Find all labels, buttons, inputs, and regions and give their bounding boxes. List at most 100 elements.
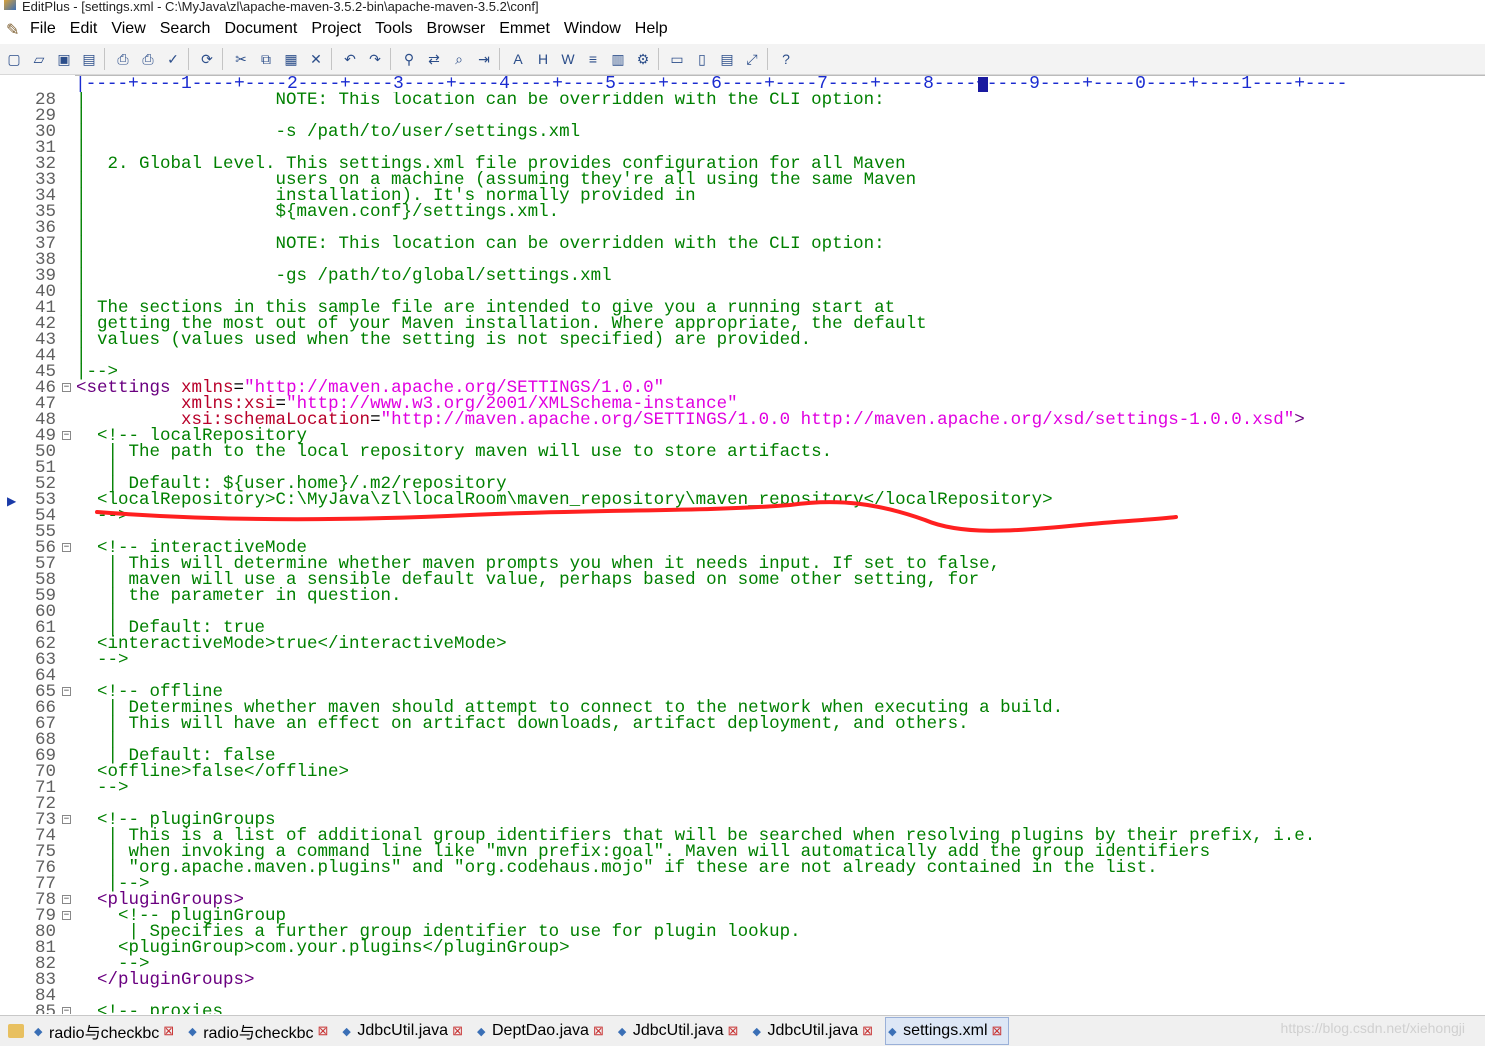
file-icon: ◆ — [617, 1025, 627, 1038]
document-tab[interactable]: ◆ DeptDao.java ⊠ — [475, 1018, 610, 1044]
close-icon[interactable]: ⊠ — [728, 1023, 739, 1039]
menu-view[interactable]: View — [111, 20, 145, 38]
indent-button[interactable]: ⇥ — [473, 48, 495, 70]
print-button[interactable]: ⎙ — [137, 48, 159, 70]
cliptext-icon: ▭ — [670, 50, 684, 67]
file-icon: ◆ — [188, 1025, 197, 1038]
cut-button[interactable]: ✂ — [230, 48, 252, 70]
redo-button[interactable]: ↷ — [364, 48, 386, 70]
code-editor[interactable]: 28 | NOTE: This location can be overridde… — [0, 92, 1485, 1014]
new-button[interactable]: ▢ — [3, 48, 25, 70]
close-icon[interactable]: ⊠ — [317, 1023, 328, 1039]
settings-icon: ⚙ — [636, 50, 650, 67]
column-select-button[interactable]: ▥ — [607, 48, 629, 70]
fold-toggle-icon[interactable]: − — [62, 687, 71, 696]
copy-button[interactable]: ⧉ — [255, 48, 277, 70]
fold-toggle-icon[interactable]: − — [62, 431, 71, 440]
font-button[interactable]: A — [507, 48, 529, 70]
undo-button[interactable]: ↶ — [339, 48, 361, 70]
close-icon[interactable]: ⊠ — [163, 1023, 174, 1039]
code-text: | This will have an effect on artifact d… — [76, 715, 969, 733]
save-all-button[interactable]: ▤ — [78, 48, 100, 70]
save-button[interactable]: ▣ — [53, 48, 75, 70]
line-numbers-button[interactable]: ≡ — [582, 48, 604, 70]
code-line[interactable]: 59 | the parameter in question. — [0, 586, 1485, 606]
menu-file[interactable]: File — [30, 20, 56, 38]
code-line[interactable]: 35 | ${maven.conf}/settings.xml. — [0, 203, 1485, 221]
fold-toggle-icon[interactable]: − — [62, 383, 71, 392]
menu-emmet[interactable]: Emmet — [499, 20, 550, 38]
undo-icon: ↶ — [344, 50, 356, 67]
refresh-button[interactable]: ⟳ — [196, 48, 218, 70]
code-line[interactable]: 67 | This will have an effect on artifac… — [0, 715, 1485, 733]
hex-button[interactable]: H — [532, 48, 554, 70]
fullscreen-button[interactable]: ⤢ — [741, 48, 763, 70]
document-tab[interactable]: ◆ JdbcUtil.java ⊠ — [616, 1018, 745, 1044]
code-text: --> — [76, 651, 129, 669]
menu-document[interactable]: Document — [224, 20, 297, 38]
code-line[interactable]: 43 | values (values used when the setting… — [0, 331, 1485, 349]
spell-check-button[interactable]: ✓ — [162, 48, 184, 70]
menu-tools[interactable]: Tools — [375, 20, 412, 38]
delete-button[interactable]: ✕ — [305, 48, 327, 70]
fold-toggle-icon[interactable]: − — [62, 895, 71, 904]
document-tab[interactable]: ◆ settings.xml ⊠ — [885, 1017, 1010, 1045]
print-preview-button[interactable]: ⎙ — [112, 48, 134, 70]
document-tab[interactable]: ◆ radio与checkbc ⊠ — [32, 1018, 180, 1044]
fold-toggle-icon[interactable]: − — [62, 1007, 71, 1014]
open-button[interactable]: ▱ — [28, 48, 50, 70]
document-tab[interactable]: ◆ JdbcUtil.java ⊠ — [340, 1018, 469, 1044]
code-text: <pluginGroup>com.your.plugins</pluginGro… — [76, 939, 570, 957]
code-line[interactable]: 53 ▶ <localRepository>C:\MyJava\zl\localR… — [0, 491, 1485, 509]
code-line[interactable]: 54 --> — [0, 507, 1485, 525]
settings-button[interactable]: ⚙ — [632, 48, 654, 70]
menu-help[interactable]: Help — [635, 20, 668, 38]
menu-window[interactable]: Window — [564, 20, 621, 38]
code-line[interactable]: 39 | -gs /path/to/global/settings.xml — [0, 267, 1485, 285]
cliptext-button[interactable]: ▭ — [666, 48, 688, 70]
code-line[interactable]: 30 | -s /path/to/user/settings.xml — [0, 123, 1485, 141]
code-line[interactable]: 70 <offline>false</offline> — [0, 763, 1485, 781]
folder-icon[interactable] — [8, 1024, 24, 1038]
close-icon[interactable]: ⊠ — [862, 1023, 873, 1039]
code-line[interactable]: 50 | The path to the local repository ma… — [0, 443, 1485, 461]
watermark: https://blog.csdn.net/xiehongji — [1280, 1020, 1465, 1036]
replace-button[interactable]: ⇄ — [423, 48, 445, 70]
code-line[interactable]: 63 --> — [0, 651, 1485, 669]
paste-icon: ▦ — [284, 50, 298, 67]
code-line[interactable]: 81 <pluginGroup>com.your.plugins</plugin… — [0, 939, 1485, 957]
document-tab[interactable]: ◆ JdbcUtil.java ⊠ — [750, 1018, 879, 1044]
find-in-files-button[interactable]: ⌕ — [448, 48, 470, 70]
find-button[interactable]: ⚲ — [398, 48, 420, 70]
code-token: = — [370, 410, 381, 430]
directory-button[interactable]: ▯ — [691, 48, 713, 70]
menu-bar: ✎ File Edit View Search Document Project… — [0, 17, 1485, 41]
close-icon[interactable]: ⊠ — [992, 1023, 1003, 1039]
fold-toggle-icon[interactable]: − — [62, 543, 71, 552]
code-line[interactable]: 71 --> — [0, 779, 1485, 797]
code-line[interactable]: 28 | NOTE: This location can be overridde… — [0, 92, 1485, 109]
code-line[interactable]: 62 <interactiveMode>true</interactiveMod… — [0, 635, 1485, 653]
fold-toggle-icon[interactable]: − — [62, 815, 71, 824]
menu-browser[interactable]: Browser — [427, 20, 486, 38]
menu-project[interactable]: Project — [311, 20, 361, 38]
menu-edit[interactable]: Edit — [70, 20, 98, 38]
paste-button[interactable]: ▦ — [280, 48, 302, 70]
code-line[interactable]: 37 | NOTE: This location can be overridde… — [0, 234, 1485, 254]
close-icon[interactable]: ⊠ — [452, 1023, 463, 1039]
code-token: | NOTE: This location can be overridden … — [76, 234, 885, 254]
close-icon[interactable]: ⊠ — [593, 1023, 604, 1039]
code-line[interactable]: 76 | "org.apache.maven.plugins" and "org… — [0, 859, 1485, 877]
menu-search[interactable]: Search — [160, 20, 211, 38]
code-token: | the parameter in question. — [76, 586, 402, 606]
help-button[interactable]: ? — [775, 48, 797, 70]
word-wrap-button[interactable]: W — [557, 48, 579, 70]
output-button[interactable]: ▤ — [716, 48, 738, 70]
code-line[interactable]: 85− <!-- proxies — [0, 1003, 1485, 1014]
code-line[interactable]: 44 | — [0, 347, 1485, 365]
document-tab[interactable]: ◆ radio与checkbc ⊠ — [186, 1018, 334, 1044]
save-all-icon: ▤ — [82, 50, 96, 67]
code-line[interactable]: 83 </pluginGroups> — [0, 971, 1485, 989]
toolbar: ▢ ▱ ▣ ▤ ⎙ ⎙ ✓ ⟳ ✂ ⧉ ▦ ✕ ↶ ↷ ⚲ ⇄ ⌕ ⇥ A H W ≡ ▥ ⚙ ▭ ▯ ▤ ⤢? — [0, 44, 1485, 75]
fold-toggle-icon[interactable]: − — [62, 911, 71, 920]
